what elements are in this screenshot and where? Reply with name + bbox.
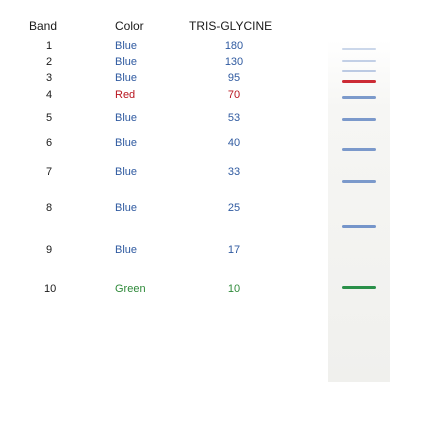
band-number: 10: [44, 283, 57, 295]
band-number: 6: [45, 137, 53, 149]
band-number: 3: [45, 72, 53, 84]
gel-band-7: [342, 148, 376, 151]
molecular-weight: 33: [227, 166, 241, 178]
band-number: 2: [45, 56, 53, 68]
molecular-weight: 40: [227, 137, 241, 149]
gel-band-1: [342, 48, 376, 50]
molecular-weight: 17: [227, 244, 241, 256]
gel-band-8: [342, 180, 376, 183]
band-color: Blue: [115, 202, 138, 214]
band-number: 1: [45, 40, 53, 52]
gel-band-2: [342, 60, 376, 62]
molecular-weight: 10: [227, 283, 241, 295]
band-number: 4: [45, 89, 53, 101]
band-color: Blue: [115, 72, 138, 84]
band-color: Red: [115, 89, 136, 101]
header-color: Color: [115, 19, 144, 33]
molecular-weight: 95: [227, 72, 241, 84]
band-color: Blue: [115, 112, 138, 124]
molecular-weight: 130: [224, 56, 244, 68]
molecular-weight: 180: [224, 40, 244, 52]
gel-band-10: [342, 286, 376, 289]
molecular-weight: 53: [227, 112, 241, 124]
gel-band-4: [342, 80, 376, 83]
band-number: 5: [45, 112, 53, 124]
gel-lane: [328, 40, 390, 382]
gel-band-9: [342, 225, 376, 228]
header-tris-glycine: TRIS-GLYCINE: [189, 19, 273, 33]
band-color: Blue: [115, 56, 138, 68]
gel-band-3: [342, 70, 376, 72]
molecular-weight: 70: [227, 89, 241, 101]
gel-band-5: [342, 96, 376, 99]
gel-band-6: [342, 118, 376, 121]
band-number: 8: [45, 202, 53, 214]
header-band: Band: [29, 19, 58, 33]
band-color: Green: [115, 283, 146, 295]
band-number: 9: [45, 244, 53, 256]
band-color: Blue: [115, 40, 138, 52]
molecular-weight: 25: [227, 202, 241, 214]
band-color: Blue: [115, 137, 138, 149]
band-color: Blue: [115, 166, 138, 178]
band-number: 7: [45, 166, 53, 178]
band-color: Blue: [115, 244, 138, 256]
